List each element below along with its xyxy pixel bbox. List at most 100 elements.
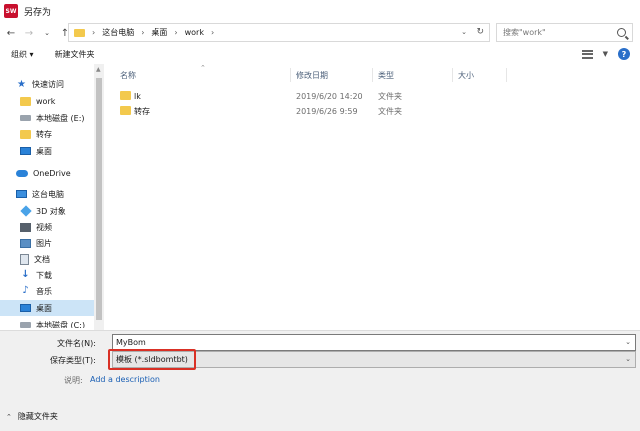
filetype-highlight-annotation xyxy=(108,349,196,370)
recent-chevron-down-icon[interactable]: ⌄ xyxy=(40,26,54,40)
table-row[interactable]: 转存 2019/6/26 9:59 文件夹 xyxy=(110,104,640,118)
view-dropdown-icon[interactable]: ▼ xyxy=(603,50,608,58)
view-controls: ▼ ? xyxy=(581,48,630,60)
sidebar-scrollbar[interactable]: ▲ xyxy=(94,64,104,330)
address-bar[interactable]: › 这台电脑 › 桌面 › work › ⌄ ↻ xyxy=(68,23,490,42)
sidebar-item-downloads[interactable]: ↓ 下载 xyxy=(20,267,52,283)
chevron-right-icon[interactable]: › xyxy=(141,28,144,37)
sidebar-item-desktop-quick[interactable]: 桌面 xyxy=(20,143,52,159)
forward-arrow-icon[interactable]: → xyxy=(22,26,36,40)
sidebar-item-drive-c[interactable]: 本地磁盘 (C:) xyxy=(20,317,85,328)
sidebar-item-drive-e[interactable]: 本地磁盘 (E:) xyxy=(20,110,85,126)
help-icon[interactable]: ? xyxy=(618,48,630,60)
toolbar: 组织 ▾ 新建文件夹 ▼ ? xyxy=(0,45,640,64)
scroll-up-arrow-icon[interactable]: ▲ xyxy=(96,66,101,73)
search-icon[interactable] xyxy=(617,28,626,37)
sidebar-item-desktop[interactable]: 桌面 xyxy=(0,300,94,316)
desktop-icon xyxy=(20,147,31,155)
sidebar-item-label: 文档 xyxy=(34,254,50,264)
sidebar-item-label: 下载 xyxy=(36,270,52,280)
sidebar-item-label: work xyxy=(36,96,56,106)
scroll-thumb[interactable] xyxy=(96,78,102,320)
sidebar-item-label: 转存 xyxy=(36,129,52,139)
solidworks-app-icon: SW xyxy=(4,4,18,18)
folder-icon xyxy=(74,28,85,37)
sidebar-item-3d-objects[interactable]: 3D 对象 xyxy=(20,203,66,219)
drive-icon xyxy=(20,322,31,328)
file-type: 文件夹 xyxy=(378,106,402,116)
video-icon xyxy=(20,222,31,232)
chevron-up-icon: ⌃ xyxy=(6,412,12,421)
chevron-down-icon[interactable]: ⌄ xyxy=(625,355,631,363)
folder-icon xyxy=(120,106,131,115)
cloud-icon xyxy=(16,169,28,177)
sort-ascending-icon: ⌃ xyxy=(200,64,206,72)
table-row[interactable]: lk 2019/6/20 14:20 文件夹 xyxy=(110,89,640,103)
sidebar-item-this-pc[interactable]: 这台电脑 xyxy=(16,186,64,202)
document-icon xyxy=(20,253,29,265)
search-input[interactable]: 搜索"work" xyxy=(496,23,633,42)
sidebar-item-quick-access[interactable]: ★ 快速访问 xyxy=(16,76,64,92)
breadcrumb-desktop[interactable]: 桌面 xyxy=(151,27,167,38)
new-folder-button[interactable]: 新建文件夹 xyxy=(55,49,95,60)
sidebar-item-label: 桌面 xyxy=(36,303,52,313)
column-header-size[interactable]: 大小 xyxy=(458,70,474,81)
sidebar-item-transfer[interactable]: 转存 xyxy=(20,126,52,142)
back-arrow-icon[interactable]: ← xyxy=(4,26,18,40)
pc-icon xyxy=(16,190,27,198)
sidebar-item-documents[interactable]: 文档 xyxy=(20,251,50,267)
hide-folders-label: 隐藏文件夹 xyxy=(17,412,58,421)
sidebar-item-pictures[interactable]: 图片 xyxy=(20,235,52,251)
chevron-right-icon[interactable]: › xyxy=(92,28,95,37)
add-description-link[interactable]: Add a description xyxy=(90,375,160,384)
filetype-label: 保存类型(T): xyxy=(50,356,96,365)
column-header-name[interactable]: 名称 xyxy=(120,70,136,81)
desktop-icon xyxy=(20,304,31,312)
sidebar-item-label: 视频 xyxy=(36,222,52,232)
sidebar-item-onedrive[interactable]: OneDrive xyxy=(16,165,71,181)
column-divider[interactable] xyxy=(290,68,291,82)
breadcrumb-work[interactable]: work xyxy=(185,28,204,37)
folder-icon xyxy=(120,91,131,100)
title-bar: SW 另存为 xyxy=(0,0,640,22)
navigation-pane: ★ 快速访问 work 本地磁盘 (E:) 转存 桌面 OneDrive 这台电… xyxy=(0,68,104,328)
address-row: ← → ⌄ ↑ › 这台电脑 › 桌面 › work › ⌄ ↻ 搜索"work… xyxy=(0,22,640,44)
column-header-modified[interactable]: 修改日期 xyxy=(296,70,328,81)
sidebar-item-label: 本地磁盘 (E:) xyxy=(36,113,85,123)
filename-label: 文件名(N): xyxy=(57,339,96,348)
folder-icon xyxy=(20,96,31,106)
music-icon: ♪ xyxy=(22,285,29,296)
chevron-right-icon[interactable]: › xyxy=(211,28,214,37)
column-divider[interactable] xyxy=(372,68,373,82)
breadcrumb-this-pc[interactable]: 这台电脑 xyxy=(102,27,134,38)
file-type: 文件夹 xyxy=(378,91,402,101)
description-label: 说明: xyxy=(64,376,83,385)
column-header-type[interactable]: 类型 xyxy=(378,70,394,81)
cube-icon xyxy=(20,205,32,217)
refresh-icon[interactable]: ↻ xyxy=(476,27,484,37)
column-divider[interactable] xyxy=(506,68,507,82)
sidebar-item-label: 桌面 xyxy=(36,146,52,156)
sidebar-item-music[interactable]: ♪ 音乐 xyxy=(20,283,52,299)
sidebar-item-videos[interactable]: 视频 xyxy=(20,219,52,235)
hide-folders-button[interactable]: ⌃ 隐藏文件夹 xyxy=(6,411,58,422)
download-icon: ↓ xyxy=(21,269,30,280)
chevron-down-icon[interactable]: ⌄ xyxy=(461,28,467,36)
file-modified: 2019/6/20 14:20 xyxy=(296,91,363,101)
sidebar-item-label: 这台电脑 xyxy=(32,189,64,199)
sidebar-item-label: 快速访问 xyxy=(32,79,64,89)
drive-icon xyxy=(20,115,31,121)
column-divider[interactable] xyxy=(452,68,453,82)
sidebar-item-work[interactable]: work xyxy=(20,93,55,109)
view-mode-icon[interactable] xyxy=(581,49,593,59)
sidebar-item-label: 3D 对象 xyxy=(36,206,66,216)
window-title: 另存为 xyxy=(24,7,52,18)
file-name: 转存 xyxy=(134,106,150,116)
chevron-down-icon[interactable]: ⌄ xyxy=(625,338,631,346)
app-icon-text: SW xyxy=(5,7,17,15)
star-icon: ★ xyxy=(17,78,26,90)
sidebar-item-label: OneDrive xyxy=(33,168,71,178)
sidebar-item-label: 本地磁盘 (C:) xyxy=(36,320,86,329)
organize-button[interactable]: 组织 ▾ xyxy=(11,49,34,60)
chevron-right-icon[interactable]: › xyxy=(174,28,177,37)
